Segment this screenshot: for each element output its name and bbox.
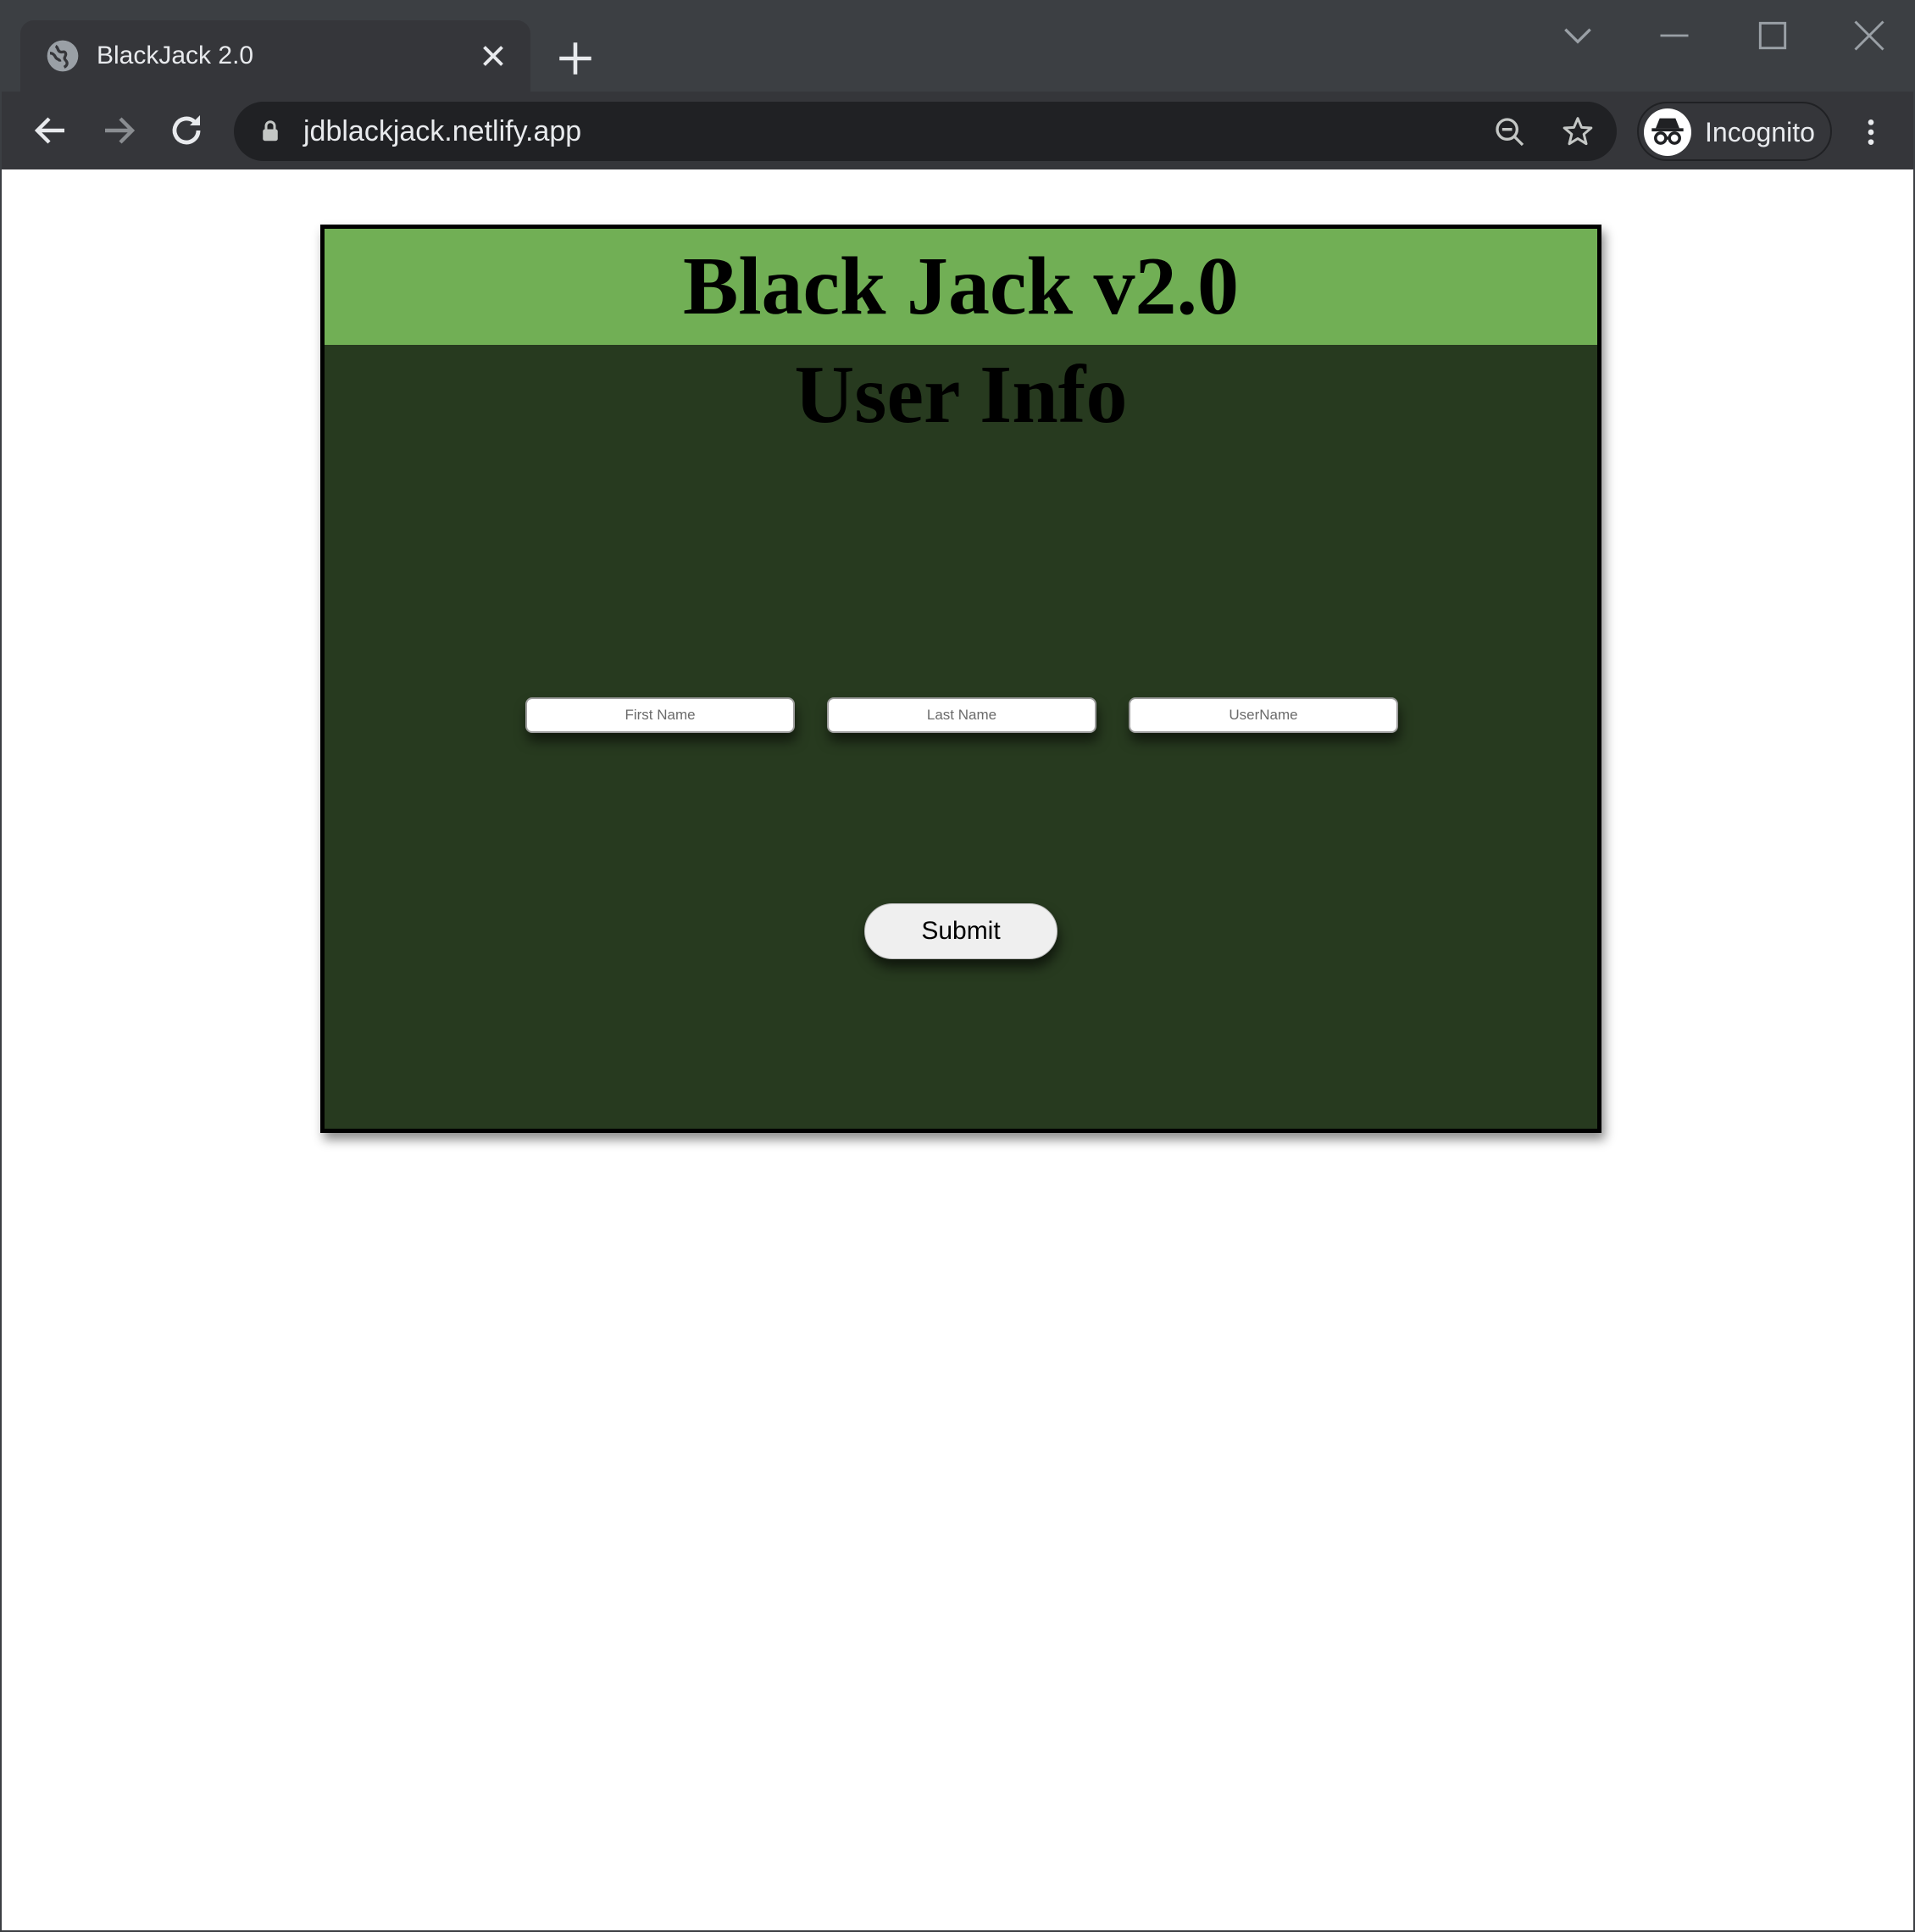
maximize-icon[interactable] bbox=[1754, 17, 1791, 54]
close-icon[interactable] bbox=[478, 41, 508, 71]
zoom-out-icon[interactable] bbox=[1493, 115, 1527, 149]
plus-icon[interactable] bbox=[554, 37, 597, 80]
back-icon[interactable] bbox=[31, 110, 71, 151]
window-close-icon[interactable] bbox=[1851, 17, 1888, 54]
star-icon[interactable] bbox=[1561, 114, 1595, 148]
kebab-menu-icon[interactable] bbox=[1854, 112, 1888, 153]
browser-window: BlackJack 2.0 jdblackjack.netlify.app In… bbox=[0, 0, 1915, 1932]
minimize-icon[interactable] bbox=[1656, 17, 1693, 54]
address-bar[interactable]: jdblackjack.netlify.app bbox=[234, 102, 1617, 161]
incognito-icon bbox=[1644, 108, 1691, 156]
browser-toolbar: jdblackjack.netlify.app Incognito bbox=[2, 92, 1913, 169]
page-viewport: Black Jack v2.0 User Info Submit bbox=[2, 169, 1913, 1930]
submit-button[interactable]: Submit bbox=[864, 903, 1057, 959]
chevron-down-icon[interactable] bbox=[1559, 17, 1596, 54]
globe-icon bbox=[47, 40, 79, 72]
page-title: Black Jack v2.0 bbox=[682, 241, 1240, 332]
forward-icon[interactable] bbox=[98, 110, 139, 151]
tab-title: BlackJack 2.0 bbox=[97, 42, 254, 69]
blackjack-app-panel: Black Jack v2.0 User Info Submit bbox=[320, 225, 1601, 1133]
browser-tab[interactable]: BlackJack 2.0 bbox=[20, 20, 530, 92]
tab-strip: BlackJack 2.0 bbox=[2, 2, 1913, 92]
url-text[interactable]: jdblackjack.netlify.app bbox=[303, 112, 581, 151]
app-header: Black Jack v2.0 bbox=[325, 229, 1597, 345]
incognito-profile-button[interactable]: Incognito bbox=[1637, 102, 1832, 161]
username-field[interactable] bbox=[1129, 697, 1398, 733]
last-name-field[interactable] bbox=[827, 697, 1096, 733]
lock-icon[interactable] bbox=[258, 119, 283, 144]
first-name-field[interactable] bbox=[525, 697, 795, 733]
incognito-label: Incognito bbox=[1705, 117, 1815, 147]
section-title: User Info bbox=[794, 349, 1128, 441]
reload-icon[interactable] bbox=[166, 110, 207, 151]
